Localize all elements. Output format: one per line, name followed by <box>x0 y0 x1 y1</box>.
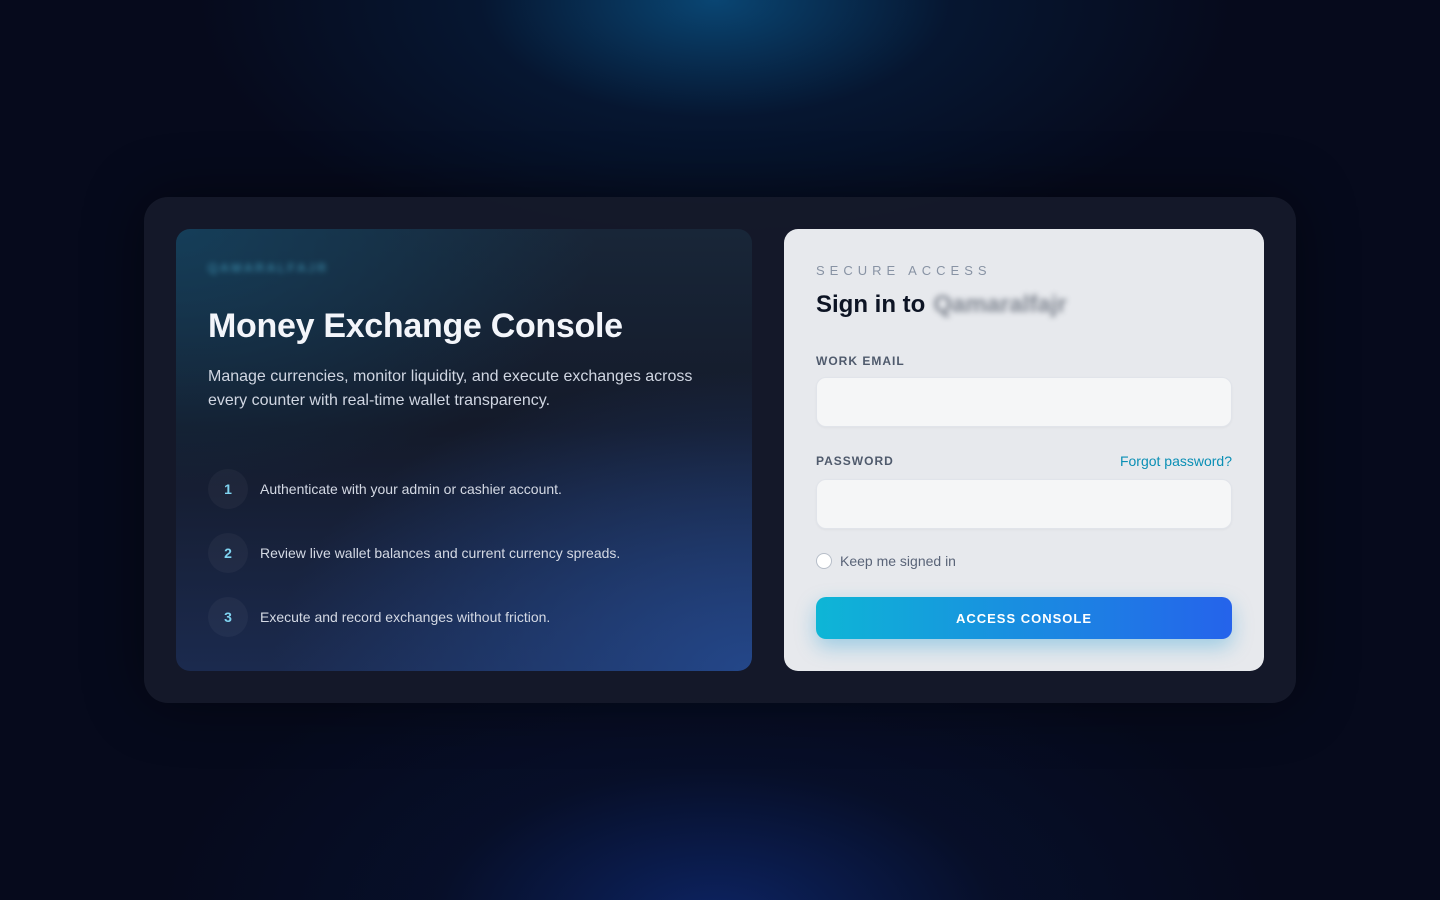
forgot-password-link[interactable]: Forgot password? <box>1120 453 1232 469</box>
brand-logo: QAMARALFAJR <box>208 261 330 275</box>
password-field[interactable] <box>816 479 1232 529</box>
step-text: Execute and record exchanges without fri… <box>260 609 551 625</box>
remember-checkbox[interactable] <box>816 553 832 569</box>
hero-title: Money Exchange Console <box>208 307 623 345</box>
step-number-badge: 2 <box>208 533 248 573</box>
email-field[interactable] <box>816 377 1232 427</box>
step-text: Review live wallet balances and current … <box>260 545 621 561</box>
organization-name: Qamaralfajr <box>933 291 1067 318</box>
access-console-button[interactable]: ACCESS CONSOLE <box>816 597 1232 639</box>
step-item: 2 Review live wallet balances and curren… <box>208 533 620 573</box>
signin-title-prefix: Sign in to <box>816 291 926 318</box>
remember-me[interactable]: Keep me signed in <box>816 553 956 569</box>
step-text: Authenticate with your admin or cashier … <box>260 481 562 497</box>
step-item: 1 Authenticate with your admin or cashie… <box>208 469 620 509</box>
login-shell: QAMARALFAJR Money Exchange Console Manag… <box>144 197 1296 703</box>
email-label: WORK EMAIL <box>816 354 905 368</box>
password-label: PASSWORD <box>816 454 894 468</box>
step-number-badge: 1 <box>208 469 248 509</box>
signin-title: Sign in to Qamaralfajr <box>816 291 1067 319</box>
secure-access-eyebrow: SECURE ACCESS <box>816 263 992 278</box>
step-item: 3 Execute and record exchanges without f… <box>208 597 620 637</box>
hero-panel: QAMARALFAJR Money Exchange Console Manag… <box>176 229 752 671</box>
steps-list: 1 Authenticate with your admin or cashie… <box>208 469 620 661</box>
step-number-badge: 3 <box>208 597 248 637</box>
remember-label: Keep me signed in <box>840 553 956 569</box>
hero-description: Manage currencies, monitor liquidity, an… <box>208 368 693 409</box>
login-form: SECURE ACCESS Sign in to Qamaralfajr WOR… <box>784 229 1264 671</box>
